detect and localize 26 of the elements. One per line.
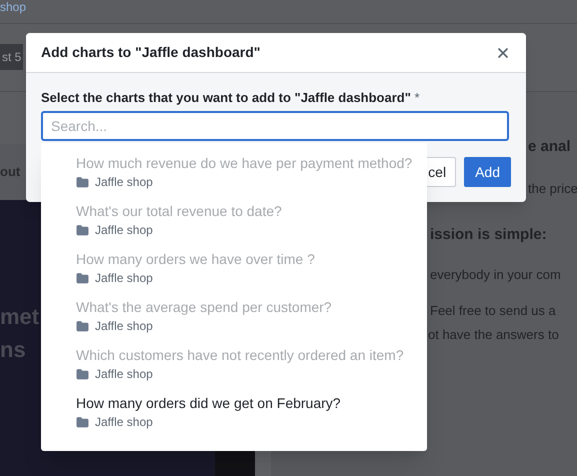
space-name: Jaffle shop	[95, 414, 153, 431]
dialog-title: Add charts to "Jaffle dashboard"	[41, 43, 260, 62]
folder-icon	[76, 320, 89, 332]
folder-icon	[76, 368, 89, 380]
article-text: everybody in your com	[430, 266, 561, 284]
article-text: the price	[528, 180, 577, 198]
space-name: Jaffle shop	[95, 222, 153, 239]
breadcrumb-link[interactable]: shop	[0, 0, 26, 14]
cancel-button[interactable]: cel	[426, 157, 456, 187]
folder-icon	[76, 416, 89, 428]
space-name: Jaffle shop	[95, 366, 153, 383]
article-text: Feel free to send us a	[430, 302, 556, 320]
article-text: ot have the answers to	[428, 326, 559, 344]
space-name: Jaffle shop	[95, 174, 153, 191]
folder-icon	[76, 224, 89, 236]
add-button[interactable]: Add	[464, 157, 511, 187]
folder-icon	[76, 272, 89, 284]
space-name: Jaffle shop	[95, 318, 153, 335]
badge: st 5	[0, 44, 24, 70]
space-name: Jaffle shop	[95, 270, 153, 287]
article-heading: e anal	[528, 137, 571, 157]
folder-icon	[76, 176, 89, 188]
chart-option[interactable]: How many orders did we get on February? Jaffle shop	[41, 393, 427, 441]
search-field[interactable]: Search...	[41, 111, 509, 141]
field-label: Select the charts that you want to add to "Jaffle dashboard" *	[41, 89, 420, 107]
article-heading: ission is simple:	[430, 225, 547, 245]
